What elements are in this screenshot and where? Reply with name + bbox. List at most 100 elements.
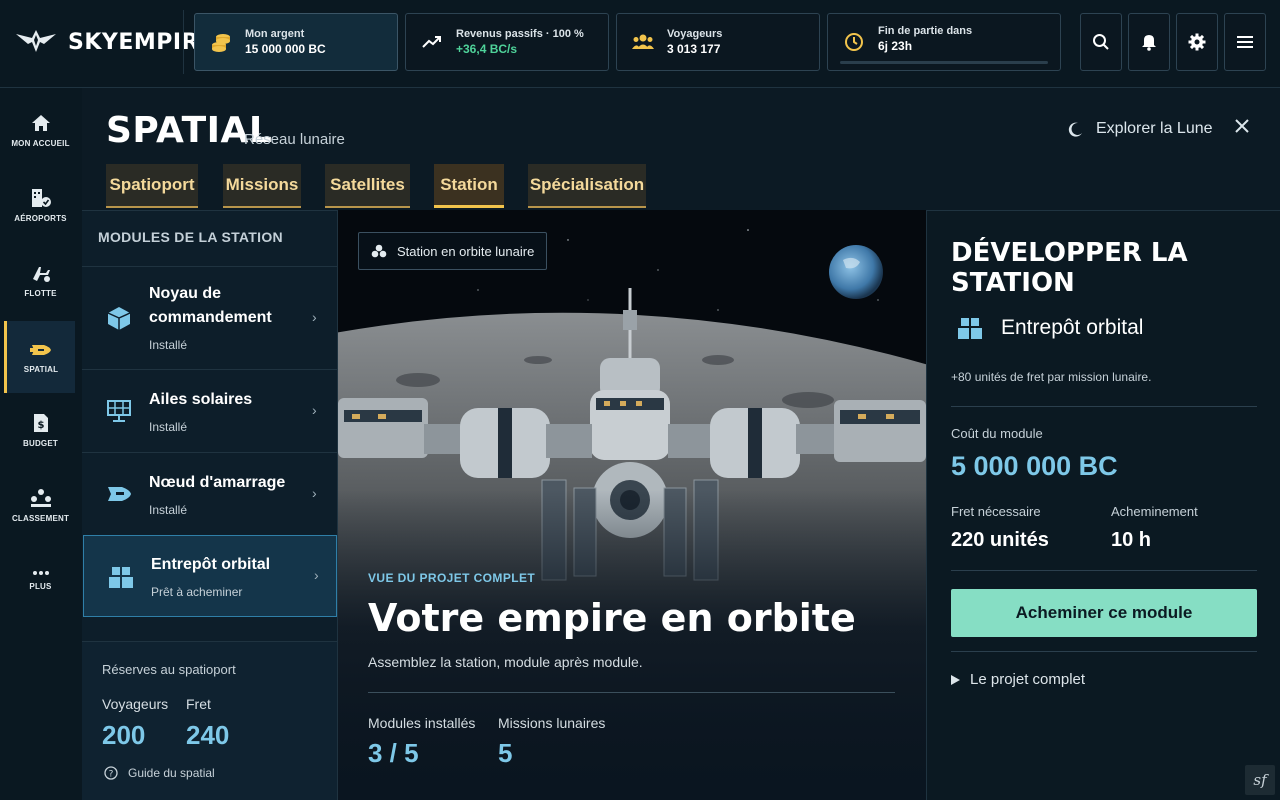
- develop-title: DÉVELOPPER LA STATION: [951, 238, 1188, 298]
- reserves-freight-value: 240: [186, 720, 230, 750]
- gear-icon: [1188, 33, 1206, 51]
- lunar-missions-value: 5: [498, 738, 513, 768]
- full-project-toggle[interactable]: Le projet complet: [951, 671, 1085, 688]
- guide-link[interactable]: ? Guide du spatial: [104, 766, 215, 780]
- scene-title: Votre empire en orbite: [368, 596, 856, 640]
- scene-eyebrow: VUE DU PROJET COMPLET: [368, 571, 536, 585]
- airport-icon: [31, 188, 51, 207]
- close-icon: [1235, 119, 1249, 133]
- brand-divider: [183, 10, 184, 74]
- module-description: +80 unités de fret par mission lunaire.: [951, 370, 1152, 384]
- installed-modules-label: Modules installés: [368, 715, 476, 731]
- solar-panel-icon: [107, 400, 131, 422]
- module-name: Ailes solaires: [149, 391, 253, 408]
- reserves-freight-label: Fret: [186, 696, 211, 712]
- nav-label: BUDGET: [23, 438, 58, 448]
- stat-income-value: +36,4 BC/s: [456, 42, 518, 56]
- divider: [951, 570, 1257, 571]
- nav-item-spatial[interactable]: SPATIAL: [4, 321, 75, 393]
- module-name: Nœud d'amarrage: [149, 474, 286, 491]
- stat-money-value: 15 000 000 BC: [245, 42, 326, 56]
- stat-endgame-label: Fin de partie dans: [878, 25, 973, 37]
- module-name: Noyau de commandement: [149, 285, 272, 326]
- freight-required-label: Fret nécessaire: [951, 504, 1041, 519]
- stat-endgame-value: 6j 23h: [878, 39, 913, 53]
- tab-satellites[interactable]: Satellites: [325, 164, 410, 208]
- modules-panel: MODULES DE LA STATION Noyau de commandem…: [82, 210, 338, 800]
- nav-item-airports[interactable]: AÉROPORTS: [6, 169, 75, 241]
- stat-travelers[interactable]: Voyageurs 3 013 177: [616, 13, 820, 71]
- stat-travelers-label: Voyageurs: [667, 28, 723, 40]
- left-nav: MON ACCUEIL AÉROPORTS FLOTTE SPATIAL $ B…: [0, 88, 82, 800]
- brand[interactable]: SKYEMPIRE: [14, 26, 215, 58]
- ranking-icon: [30, 488, 51, 507]
- clock-icon: [842, 30, 866, 54]
- reserves-travelers-label: Voyageurs: [102, 696, 169, 712]
- shuttle-icon: [30, 344, 51, 355]
- close-button[interactable]: [1232, 116, 1252, 136]
- tab-missions[interactable]: Missions: [223, 164, 301, 208]
- chevron-right-icon: ›: [312, 402, 317, 418]
- reserves-travelers-value: 200: [102, 720, 146, 750]
- help-icon: ?: [104, 766, 118, 780]
- trend-up-icon: [420, 30, 444, 54]
- notifications-button[interactable]: [1128, 13, 1170, 71]
- stat-money-label: Mon argent: [245, 28, 305, 40]
- module-item-solar-wings[interactable]: Ailes solaires Installé ›: [82, 369, 337, 452]
- routing-value: 10 h: [1111, 529, 1152, 551]
- cube-icon: [107, 307, 131, 330]
- nav-item-home[interactable]: MON ACCUEIL: [6, 94, 75, 166]
- stat-income-label: Revenus passifs · 100 %: [456, 28, 584, 40]
- stat-money[interactable]: Mon argent 15 000 000 BC: [194, 13, 398, 71]
- module-status: Installé: [149, 338, 188, 352]
- nav-item-more[interactable]: PLUS: [6, 544, 75, 616]
- tab-spatioport[interactable]: Spatioport: [106, 164, 198, 208]
- settings-button[interactable]: [1176, 13, 1218, 71]
- lunar-missions-label: Missions lunaires: [498, 715, 606, 731]
- nav-item-ranking[interactable]: CLASSEMENT: [6, 469, 75, 541]
- selected-module-name: Entrepôt orbital: [1001, 316, 1144, 339]
- moon-icon: [1068, 122, 1082, 137]
- divider: [368, 692, 895, 693]
- module-status: Prêt à acheminer: [151, 585, 243, 599]
- module-item-orbital-warehouse[interactable]: Entrepôt orbital Prêt à acheminer ›: [83, 535, 337, 617]
- cost-label: Coût du module: [951, 426, 1043, 441]
- scene-badge-label: Station en orbite lunaire: [397, 243, 535, 259]
- endgame-progress-bar: [840, 61, 1048, 64]
- nav-label: FLOTTE: [24, 288, 57, 298]
- tab-specialisation[interactable]: Spécialisation: [528, 164, 646, 208]
- stat-income[interactable]: Revenus passifs · 100 % +36,4 BC/s: [405, 13, 609, 71]
- explore-moon-link[interactable]: Explorer la Lune: [1068, 120, 1213, 138]
- station-scene: Station en orbite lunaire VUE DU PROJET …: [338, 210, 926, 800]
- home-icon: [31, 114, 50, 131]
- nav-item-fleet[interactable]: FLOTTE: [6, 244, 75, 316]
- develop-panel: DÉVELOPPER LA STATION Entrepôt orbital +…: [926, 210, 1280, 800]
- nav-item-budget[interactable]: $ BUDGET: [6, 394, 75, 466]
- symfony-toolbar-icon[interactable]: sf: [1245, 765, 1275, 795]
- stat-travelers-value: 3 013 177: [667, 42, 721, 56]
- ship-module-button[interactable]: Acheminer ce module: [951, 589, 1257, 637]
- lunar-station-illustration: [338, 210, 926, 800]
- top-bar: SKYEMPIRE Mon argent 15 000 000 BC Reven…: [0, 0, 1280, 88]
- boxes-icon: [109, 567, 133, 588]
- hamburger-icon: [1237, 36, 1253, 48]
- module-item-docking-node[interactable]: Nœud d'amarrage Installé ›: [82, 452, 337, 535]
- selected-module: Entrepôt orbital: [957, 315, 1143, 341]
- search-button[interactable]: [1080, 13, 1122, 71]
- routing-label: Acheminement: [1111, 504, 1198, 519]
- coins-icon: [209, 30, 233, 54]
- menu-button[interactable]: [1224, 13, 1266, 71]
- module-item-command-core[interactable]: Noyau de commandement Installé ›: [82, 266, 337, 369]
- modules-heading: MODULES DE LA STATION: [98, 229, 283, 245]
- module-name: Entrepôt orbital: [151, 556, 271, 573]
- users-icon: [631, 30, 655, 54]
- plane-icon: [32, 266, 50, 282]
- svg-text:?: ?: [109, 770, 114, 780]
- stat-endgame[interactable]: Fin de partie dans 6j 23h: [827, 13, 1061, 71]
- tab-station[interactable]: Station: [434, 164, 504, 208]
- reserves-card: Réserves au spatioport Voyageurs Fret 20…: [82, 641, 337, 800]
- guide-label: Guide du spatial: [128, 766, 215, 780]
- divider: [951, 406, 1257, 407]
- nav-label: AÉROPORTS: [14, 213, 67, 223]
- boxes-icon: [958, 318, 982, 339]
